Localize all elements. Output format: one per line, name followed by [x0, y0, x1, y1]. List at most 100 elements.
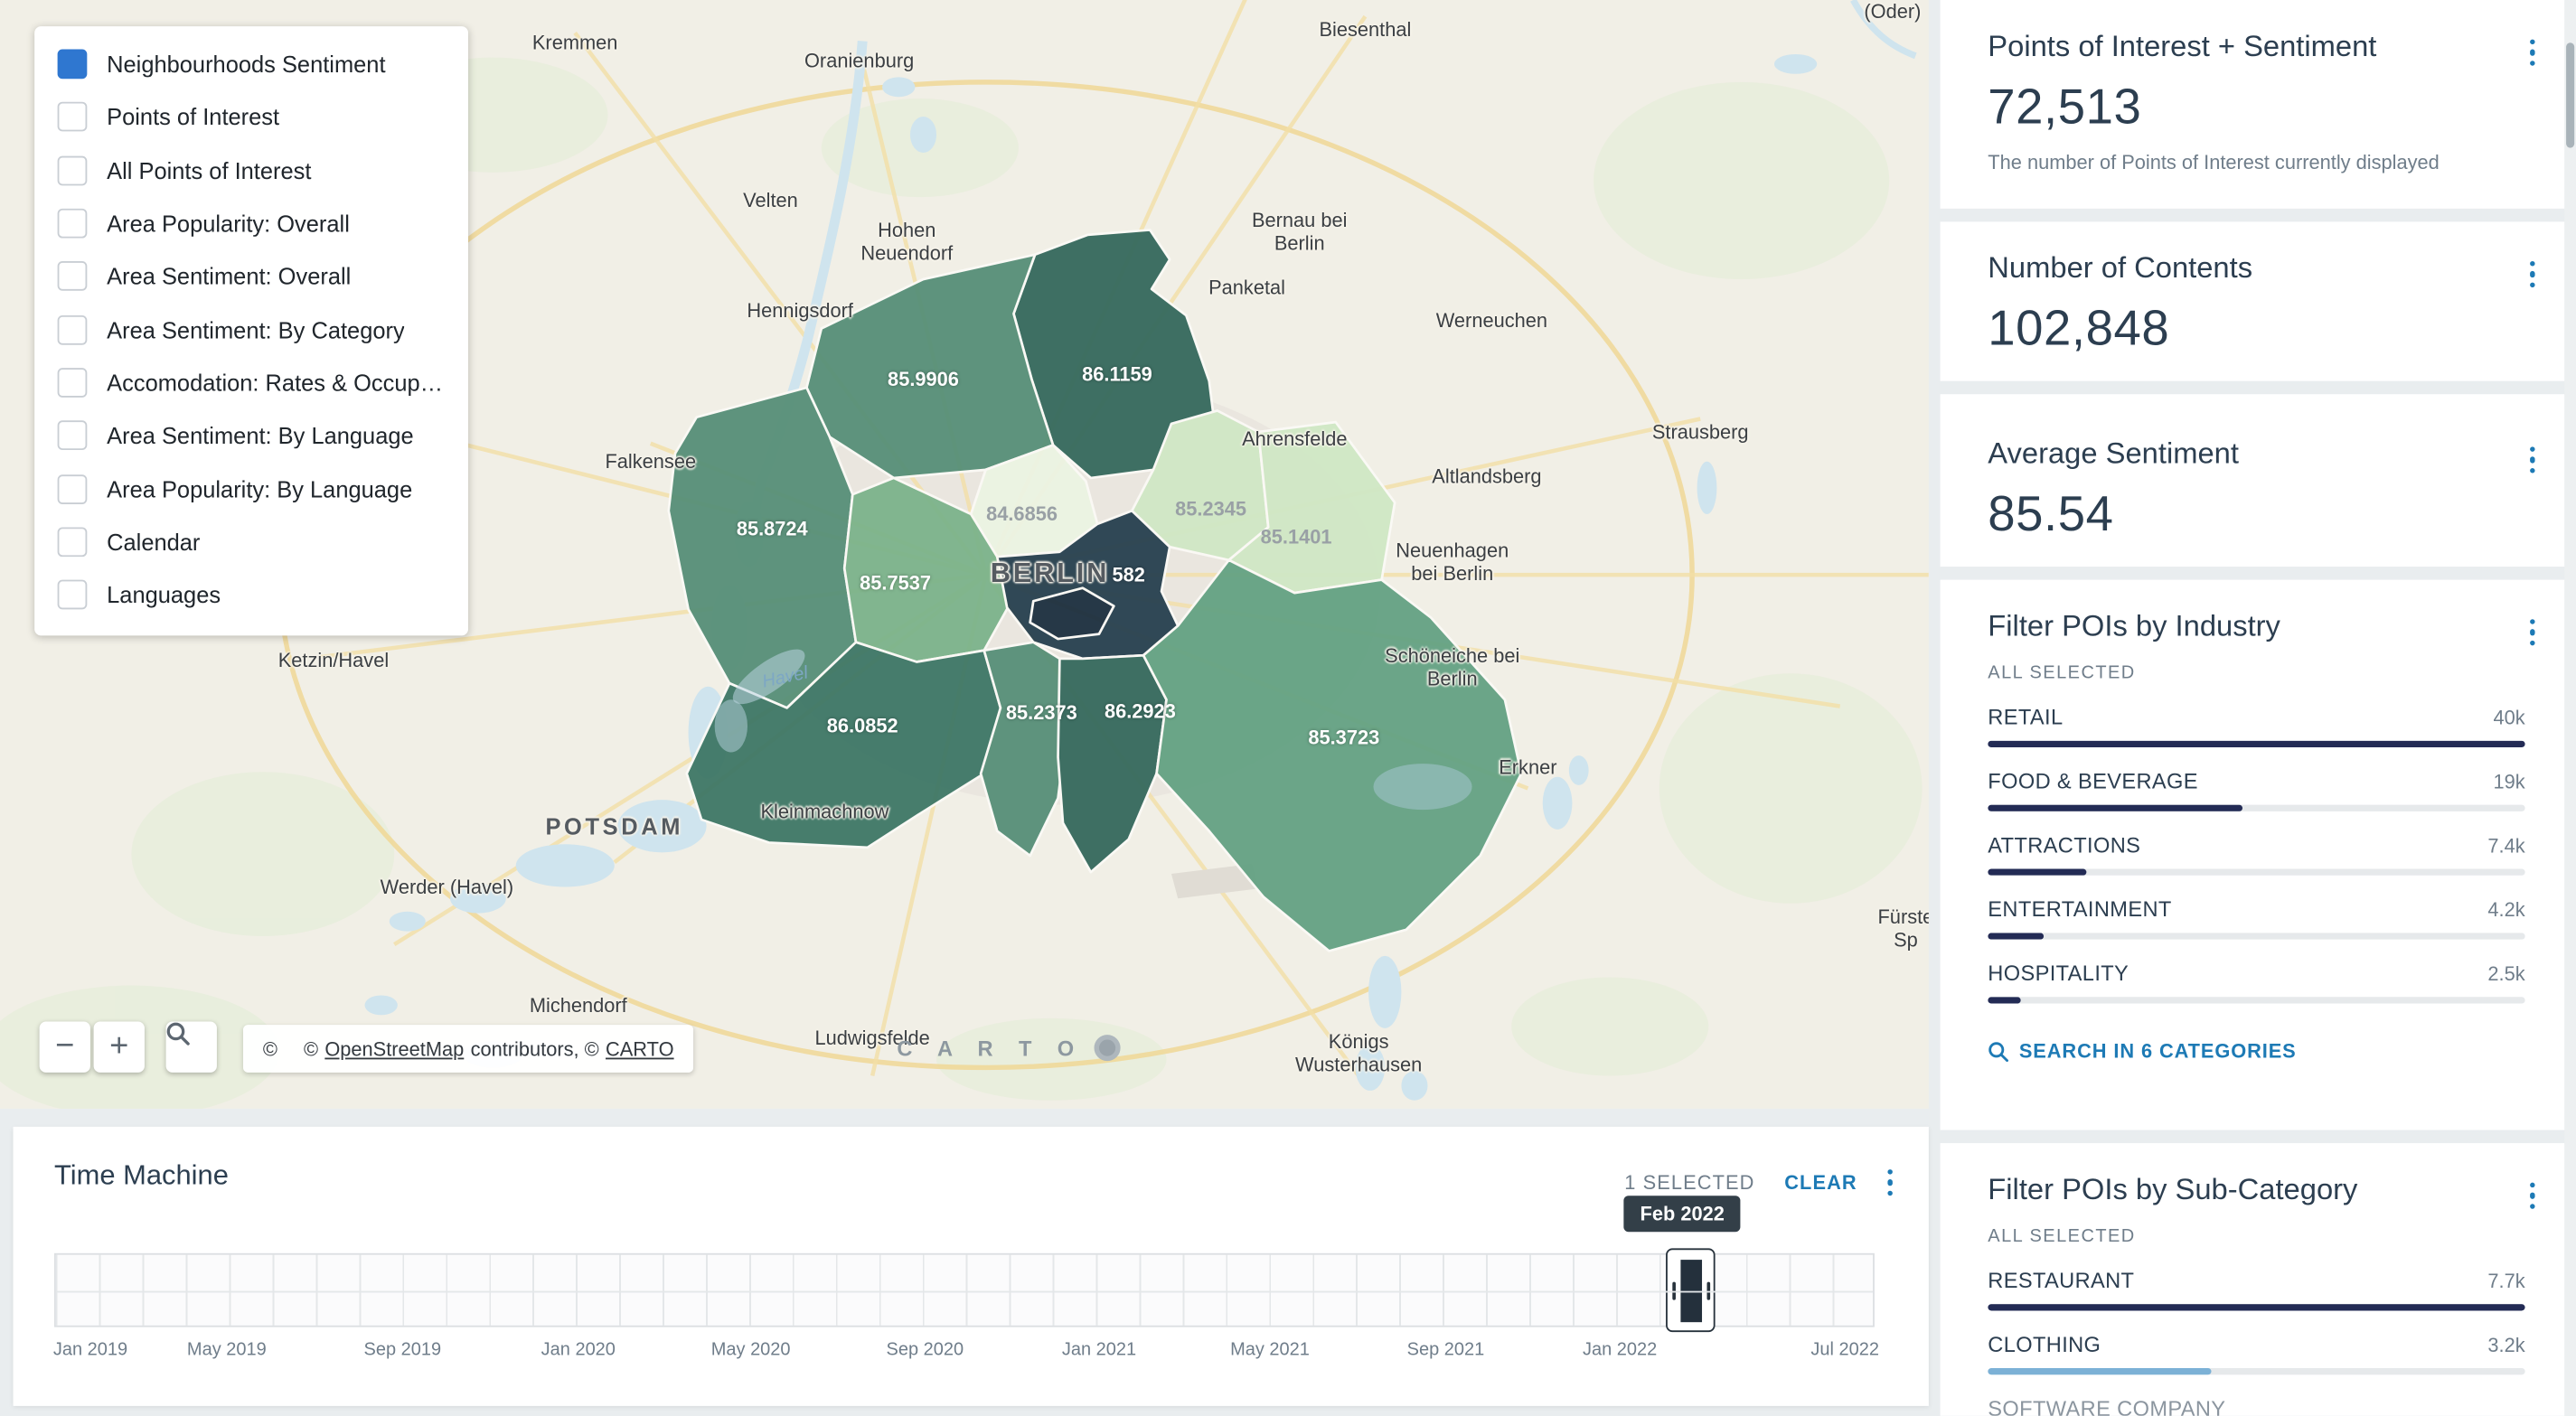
map-attribution: © © OpenStreetMap contributors, © CARTO	[243, 1025, 693, 1073]
checkbox-icon[interactable]	[58, 580, 88, 610]
town-label: Werneuchen	[1436, 311, 1547, 333]
town-label: Hohen Neuendorf	[848, 220, 966, 266]
layer-label: Area Sentiment: By Category	[107, 316, 405, 342]
openstreetmap-link[interactable]: OpenStreetMap	[324, 1037, 464, 1060]
layer-toggle-area-popularity-overall[interactable]: Area Popularity: Overall	[34, 197, 468, 250]
selected-count-label: 1 SELECTED	[1624, 1171, 1754, 1194]
selected-time-bar	[1679, 1259, 1701, 1321]
town-label: Biesenthal	[1319, 20, 1411, 42]
poi-sentiment-card: Points of Interest + Sentiment 72,513 Th…	[1941, 0, 2565, 209]
layer-label: Neighbourhoods Sentiment	[107, 52, 385, 78]
checkbox-icon[interactable]	[58, 102, 88, 132]
city-label-berlin: BERLIN	[991, 558, 1109, 590]
category-row-food-beverage[interactable]: FOOD & BEVERAGE19k	[1988, 769, 2524, 811]
card-description: The number of Points of Interest current…	[1988, 151, 2524, 173]
map-canvas[interactable]: Kremmen Oranienburg Biesenthal (Oder) Ve…	[0, 0, 1929, 1109]
layer-toggle-area-sentiment-by-language[interactable]: Area Sentiment: By Language	[34, 409, 468, 463]
options-menu-icon[interactable]	[2526, 440, 2539, 480]
checkbox-icon[interactable]	[58, 314, 88, 344]
category-value: 4.2k	[2487, 898, 2524, 921]
scrollbar-thumb[interactable]	[2566, 42, 2574, 147]
options-menu-icon[interactable]	[2526, 33, 2539, 72]
category-row-clothing[interactable]: CLOTHING3.2k	[1988, 1332, 2524, 1374]
category-row-retail[interactable]: RETAIL40k	[1988, 705, 2524, 747]
layer-toggle-calendar[interactable]: Calendar	[34, 515, 468, 568]
category-bar-track	[1988, 869, 2524, 876]
map-search-button[interactable]	[166, 1022, 217, 1073]
time-machine-chart[interactable]	[54, 1253, 1875, 1327]
axis-tick-label: Jul 2022	[1810, 1340, 1879, 1360]
layer-toggle-accomodation-rates[interactable]: Accomodation: Rates & Occupa…	[34, 356, 468, 409]
avg-sentiment-card: Average Sentiment 85.54	[1941, 394, 2565, 567]
layer-toggle-all-points-of-interest[interactable]: All Points of Interest	[34, 144, 468, 197]
time-machine-options-icon[interactable]	[1887, 1166, 1893, 1198]
category-label: HOSPITALITY	[1988, 961, 2129, 985]
search-icon	[166, 1022, 191, 1046]
carto-logo-icon	[1094, 1035, 1120, 1061]
checkbox-icon[interactable]	[58, 421, 88, 451]
axis-tick-label: May 2021	[1230, 1340, 1310, 1360]
category-bar-track	[1988, 741, 2524, 747]
town-label: Ketzin/Havel	[278, 651, 389, 673]
zoom-in-button[interactable]: +	[94, 1022, 145, 1073]
category-bar-track	[1988, 997, 2524, 1003]
axis-tick-label: Sep 2020	[886, 1340, 964, 1360]
checkbox-checked-icon[interactable]	[58, 50, 88, 80]
axis-tick-label: Jan 2020	[541, 1340, 616, 1360]
time-selection-handle[interactable]	[1666, 1248, 1716, 1332]
checkbox-icon[interactable]	[58, 262, 88, 292]
category-bar-fill	[1988, 869, 2087, 876]
search-categories-label: SEARCH IN 6 CATEGORIES	[2019, 1040, 2297, 1063]
district-value: 582	[1112, 563, 1144, 586]
category-row-hospitality[interactable]: HOSPITALITY2.5k	[1988, 961, 2524, 1003]
category-label: ATTRACTIONS	[1988, 833, 2140, 858]
layer-label: Area Popularity: By Language	[107, 475, 412, 502]
layer-toggle-points-of-interest[interactable]: Points of Interest	[34, 91, 468, 145]
category-bar-track	[1988, 1368, 2524, 1374]
carto-link[interactable]: CARTO	[606, 1037, 674, 1060]
copyright-icon: ©	[263, 1037, 277, 1060]
search-categories-link[interactable]: SEARCH IN 6 CATEGORIES	[1988, 1040, 2524, 1063]
time-axis: Jan 2019 May 2019 Sep 2019 Jan 2020 May …	[14, 1340, 1929, 1366]
clear-selection-button[interactable]: CLEAR	[1784, 1171, 1857, 1194]
town-label: Ahrensfelde	[1242, 429, 1347, 452]
time-machine-title: Time Machine	[54, 1159, 229, 1192]
layer-toggle-area-sentiment-overall[interactable]: Area Sentiment: Overall	[34, 250, 468, 304]
layer-label: Languages	[107, 582, 221, 608]
checkbox-icon[interactable]	[58, 368, 88, 398]
category-row-attractions[interactable]: ATTRACTIONS7.4k	[1988, 833, 2524, 876]
layer-toggle-neighbourhoods-sentiment[interactable]: Neighbourhoods Sentiment	[34, 38, 468, 91]
layer-toggle-area-sentiment-by-category[interactable]: Area Sentiment: By Category	[34, 303, 468, 356]
checkbox-icon[interactable]	[58, 155, 88, 185]
axis-tick-label: Sep 2019	[363, 1340, 441, 1360]
checkbox-icon[interactable]	[58, 209, 88, 239]
district-value: 85.9906	[888, 368, 959, 390]
checkbox-icon[interactable]	[58, 474, 88, 503]
attribution-prefix: ©	[304, 1037, 318, 1060]
category-value: 19k	[2493, 770, 2524, 792]
town-label: Fürste Sp	[1869, 907, 1928, 952]
town-label: Kleinmachnow	[761, 802, 889, 824]
category-row-software-company[interactable]: SOFTWARE COMPANY	[1988, 1396, 2524, 1416]
layer-label: All Points of Interest	[107, 157, 311, 183]
layer-toggle-area-popularity-by-language[interactable]: Area Popularity: By Language	[34, 462, 468, 515]
options-menu-icon[interactable]	[2526, 255, 2539, 295]
category-row-restaurant[interactable]: RESTAURANT7.7k	[1988, 1268, 2524, 1310]
layer-toggle-languages[interactable]: Languages	[34, 568, 468, 622]
town-label: Bernau bei Berlin	[1234, 211, 1365, 256]
category-bar-track	[1988, 805, 2524, 811]
category-bar-fill	[1988, 997, 2021, 1003]
category-value: 40k	[2493, 707, 2524, 729]
town-label: Altlandsberg	[1432, 466, 1541, 489]
app-root: Kremmen Oranienburg Biesenthal (Oder) Ve…	[0, 0, 2576, 1416]
poi-count-value: 72,513	[1988, 80, 2524, 136]
card-title: Filter POIs by Industry	[1988, 609, 2524, 643]
category-row-entertainment[interactable]: ENTERTAINMENT4.2k	[1988, 896, 2524, 939]
axis-tick-label: Jan 2022	[1583, 1340, 1657, 1360]
layer-label: Accomodation: Rates & Occupa…	[107, 370, 445, 396]
zoom-out-button[interactable]: −	[40, 1022, 90, 1073]
checkbox-icon[interactable]	[58, 527, 88, 557]
town-label: Schöneiche bei Berlin	[1370, 646, 1535, 691]
options-menu-icon[interactable]	[2526, 613, 2539, 652]
options-menu-icon[interactable]	[2526, 1176, 2539, 1215]
